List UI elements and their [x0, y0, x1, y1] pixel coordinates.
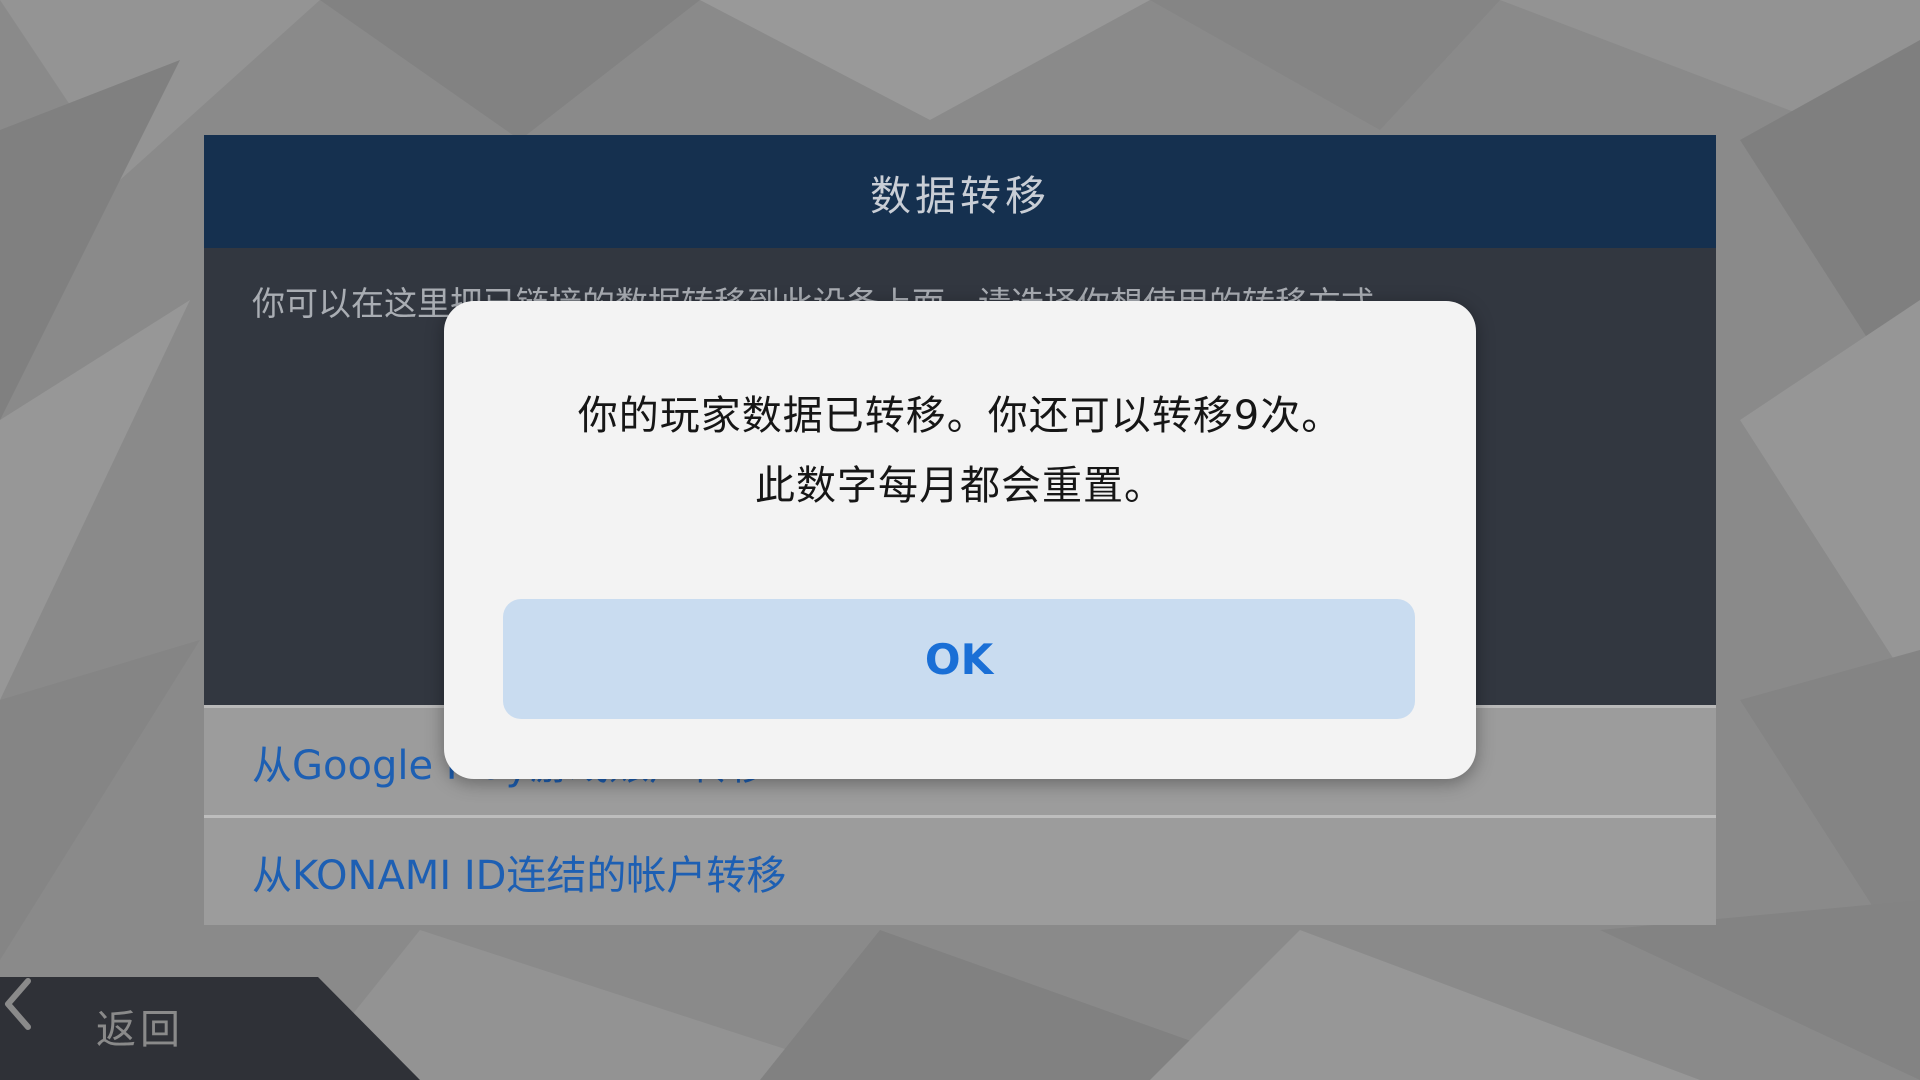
dialog-message-line-1: 你的玩家数据已转移。你还可以转移9次。 — [577, 393, 1343, 439]
option-konami-id-transfer[interactable]: 从KONAMI ID连结的帐户转移 — [204, 815, 1716, 925]
transfer-complete-dialog: 你的玩家数据已转移。你还可以转移9次。 此数字每月都会重置。 OK — [444, 301, 1476, 779]
back-button[interactable]: 返回 — [0, 977, 440, 1080]
dialog-message-line-2: 此数字每月都会重置。 — [755, 463, 1165, 509]
dialog-message: 你的玩家数据已转移。你还可以转移9次。 此数字每月都会重置。 — [444, 381, 1476, 521]
chevron-left-icon — [5, 978, 31, 1030]
ok-button[interactable]: OK — [503, 599, 1415, 719]
back-label: 返回 — [96, 1007, 184, 1053]
panel-title: 数据转移 — [204, 135, 1716, 248]
back-button-shape — [0, 977, 420, 1080]
